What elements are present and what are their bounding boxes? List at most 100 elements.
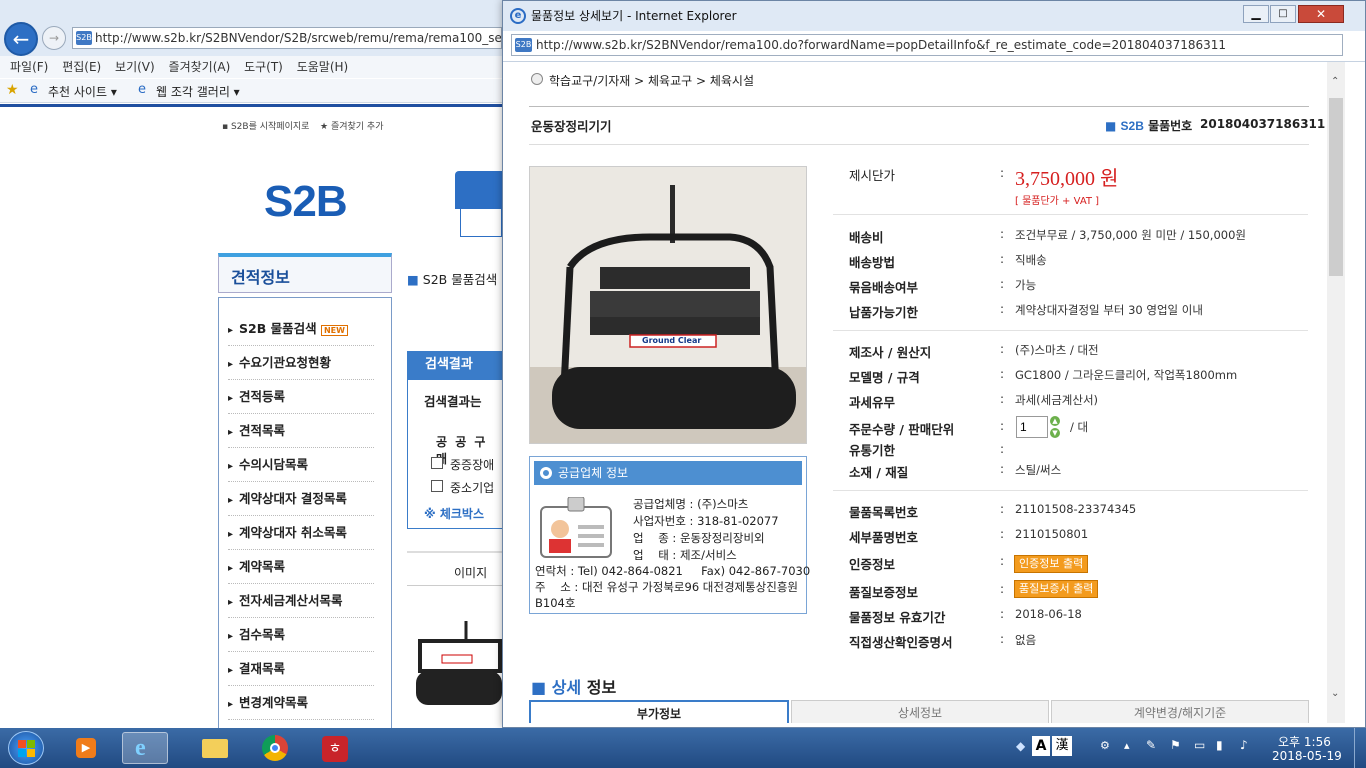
side-title-box: 견적정보 xyxy=(218,253,392,293)
model-value: GC1800 / 그라운드클리어, 작업폭1800mm xyxy=(1015,368,1238,382)
price-label: 제시단가 xyxy=(849,168,896,183)
quantity-label: 주문수량 / 판매단위 xyxy=(849,422,955,437)
ime-mode-a[interactable]: A xyxy=(1032,736,1050,756)
show-desktop-button[interactable] xyxy=(1354,728,1366,768)
menu-tools[interactable]: 도구(T) xyxy=(244,56,283,78)
menu-favorites[interactable]: 즐겨찾기(A) xyxy=(169,56,231,78)
back-button[interactable]: ← xyxy=(4,22,38,56)
result-tab[interactable]: 검색결과 xyxy=(407,351,502,379)
colon: : xyxy=(1000,166,1005,180)
popup-scrollbar[interactable]: ⌃ ⌄ xyxy=(1327,62,1345,723)
tray-expand-icon[interactable]: ▴ xyxy=(1124,739,1130,752)
material-label: 소재 / 재질 xyxy=(849,465,909,480)
site-icon: S2B xyxy=(76,31,92,45)
checkbox-sme[interactable] xyxy=(431,480,443,492)
address-bar[interactable]: S2B http://www.s2b.kr/S2BNVendor/S2B/src… xyxy=(72,27,502,49)
action-center-icon[interactable]: ⚑ xyxy=(1170,738,1181,752)
maximize-button[interactable]: □ xyxy=(1270,5,1296,23)
volume-icon[interactable]: ♪ xyxy=(1240,738,1248,752)
side-item-tax-invoice[interactable]: 전자세금계산서목록 xyxy=(228,584,374,618)
menu-help[interactable]: 도움말(H) xyxy=(297,56,349,78)
minimize-button[interactable]: ▁ xyxy=(1243,5,1269,23)
ime-settings-icon[interactable]: ⚙ xyxy=(1100,739,1110,752)
popup-content: 학습교구/기자재 > 체육교구 > 체육시설 운동장정리기기 ■ S2B 물품번… xyxy=(503,61,1365,723)
checkbox-disabled-label: 중증장애 xyxy=(450,458,495,472)
side-item-estimate-list[interactable]: 견적목록 xyxy=(228,414,374,448)
expiry-label: 유통기한 xyxy=(849,443,896,458)
cert-print-button[interactable]: 인증정보 출력 xyxy=(1014,555,1089,573)
top-tab[interactable] xyxy=(455,171,502,209)
popup-address-text: http://www.s2b.kr/S2BNVendor/rema100.do?… xyxy=(536,38,1227,52)
detail-section-title: ■ 상세 정보 xyxy=(531,678,617,697)
folder-icon[interactable] xyxy=(192,732,238,764)
quantity-stepper[interactable]: ▲ ▼ xyxy=(1050,416,1060,438)
colon: : xyxy=(1000,342,1005,356)
product-name: 운동장정리기기 xyxy=(531,119,612,134)
maker-label: 제조사 / 원산지 xyxy=(849,345,932,360)
media-player-icon[interactable]: ▶ xyxy=(62,732,108,764)
supplier-address: 주 소 : 대전 유성구 가정북로96 대전경제통상진흥원 B104호 xyxy=(535,580,802,610)
colon: : xyxy=(1000,392,1005,406)
tray-app-icon[interactable]: ✎ xyxy=(1146,738,1156,752)
id-card-icon xyxy=(540,497,612,558)
quality-label: 품질보증정보 xyxy=(849,585,919,600)
clock-date[interactable]: 2018-05-19 xyxy=(1272,749,1342,763)
add-favorite-link[interactable]: ★ 즐겨찾기 추가 xyxy=(320,119,383,132)
side-item-estimate-register[interactable]: 견적등록 xyxy=(228,380,374,414)
colon: : xyxy=(1000,367,1005,381)
forward-button[interactable]: → xyxy=(42,26,66,50)
side-item-negotiation-list[interactable]: 수의시담목록 xyxy=(228,448,374,482)
side-item-contract-list[interactable]: 계약목록 xyxy=(228,550,374,584)
tab-additional-info[interactable]: 부가정보 xyxy=(529,700,789,723)
start-page-link[interactable]: ▪ S2B를 시작페이지로 xyxy=(222,119,309,132)
start-button[interactable] xyxy=(8,731,44,765)
side-item-change-contract[interactable]: 변경계약목록 xyxy=(228,686,374,720)
colon: : xyxy=(1000,632,1005,646)
language-icon[interactable]: ◆ xyxy=(1016,739,1025,753)
chrome-icon[interactable] xyxy=(252,732,298,764)
menu-file[interactable]: 파일(F) xyxy=(10,56,48,78)
popup-address-bar[interactable]: S2B http://www.s2b.kr/S2BNVendor/rema100… xyxy=(511,34,1343,56)
tab-detail-info[interactable]: 상세정보 xyxy=(791,700,1049,723)
s2b-logo[interactable]: S2B xyxy=(264,177,348,227)
detail-no-label: 세부품명번호 xyxy=(849,530,919,545)
tab-contract-change[interactable]: 계약변경/해지기준 xyxy=(1051,700,1309,723)
divider xyxy=(529,106,1309,107)
side-item-inspection[interactable]: 검수목록 xyxy=(228,618,374,652)
cert-label: 인증정보 xyxy=(849,557,896,572)
ie-taskbar-icon[interactable]: e xyxy=(122,732,168,764)
product-thumbnail[interactable] xyxy=(412,621,502,711)
network-icon[interactable]: ▮ xyxy=(1216,738,1223,752)
quantity-input[interactable] xyxy=(1016,416,1048,438)
menu-view[interactable]: 보기(V) xyxy=(115,56,155,78)
side-item-cancel-list[interactable]: 계약상대자 취소목록 xyxy=(228,516,374,550)
checkbox-disabled[interactable] xyxy=(431,457,443,469)
scrollbar-thumb[interactable] xyxy=(1329,98,1343,276)
clock-time[interactable]: 오후 1:56 xyxy=(1278,733,1331,750)
side-item-s2b-search[interactable]: S2B 물품검색 NEW xyxy=(228,312,374,346)
colon: : xyxy=(1000,554,1005,568)
breadcrumb: 학습교구/기자재 > 체육교구 > 체육시설 xyxy=(549,74,755,88)
side-item-demand-request[interactable]: 수요기관요청현황 xyxy=(228,346,374,380)
quality-print-button[interactable]: 품질보증서 출력 xyxy=(1014,580,1099,598)
result-text: 검색결과는 xyxy=(424,394,482,409)
ie-page-icon: e xyxy=(138,82,146,97)
fav-suggested-sites[interactable]: 추천 사이트 ▾ xyxy=(48,83,117,100)
close-button[interactable]: ✕ xyxy=(1298,5,1344,23)
side-item-decision-list[interactable]: 계약상대자 결정목록 xyxy=(228,482,374,516)
menu-edit[interactable]: 편집(E) xyxy=(62,56,101,78)
bundle-value: 가능 xyxy=(1015,278,1037,292)
divider xyxy=(529,144,1309,145)
supplier-name: 공급업체명 : (주)스마츠 xyxy=(633,497,749,511)
favorites-star-icon[interactable]: ★ xyxy=(6,82,19,98)
app-icon[interactable]: ㅎ xyxy=(312,732,358,764)
scroll-up-icon[interactable]: ⌃ xyxy=(1331,76,1339,87)
fav-web-slice-gallery[interactable]: 웹 조각 갤러리 ▾ xyxy=(156,83,240,100)
ime-mode-hanja[interactable]: 漢 xyxy=(1052,736,1072,756)
breadcrumb-title: ■ S2B 물품검색 xyxy=(407,272,498,287)
side-item-approval[interactable]: 결재목록 xyxy=(228,652,374,686)
colon: : xyxy=(1000,277,1005,291)
tray-device-icon[interactable]: ▭ xyxy=(1194,738,1205,752)
shipping-method-label: 배송방법 xyxy=(849,255,896,270)
scroll-down-icon[interactable]: ⌄ xyxy=(1331,688,1339,699)
